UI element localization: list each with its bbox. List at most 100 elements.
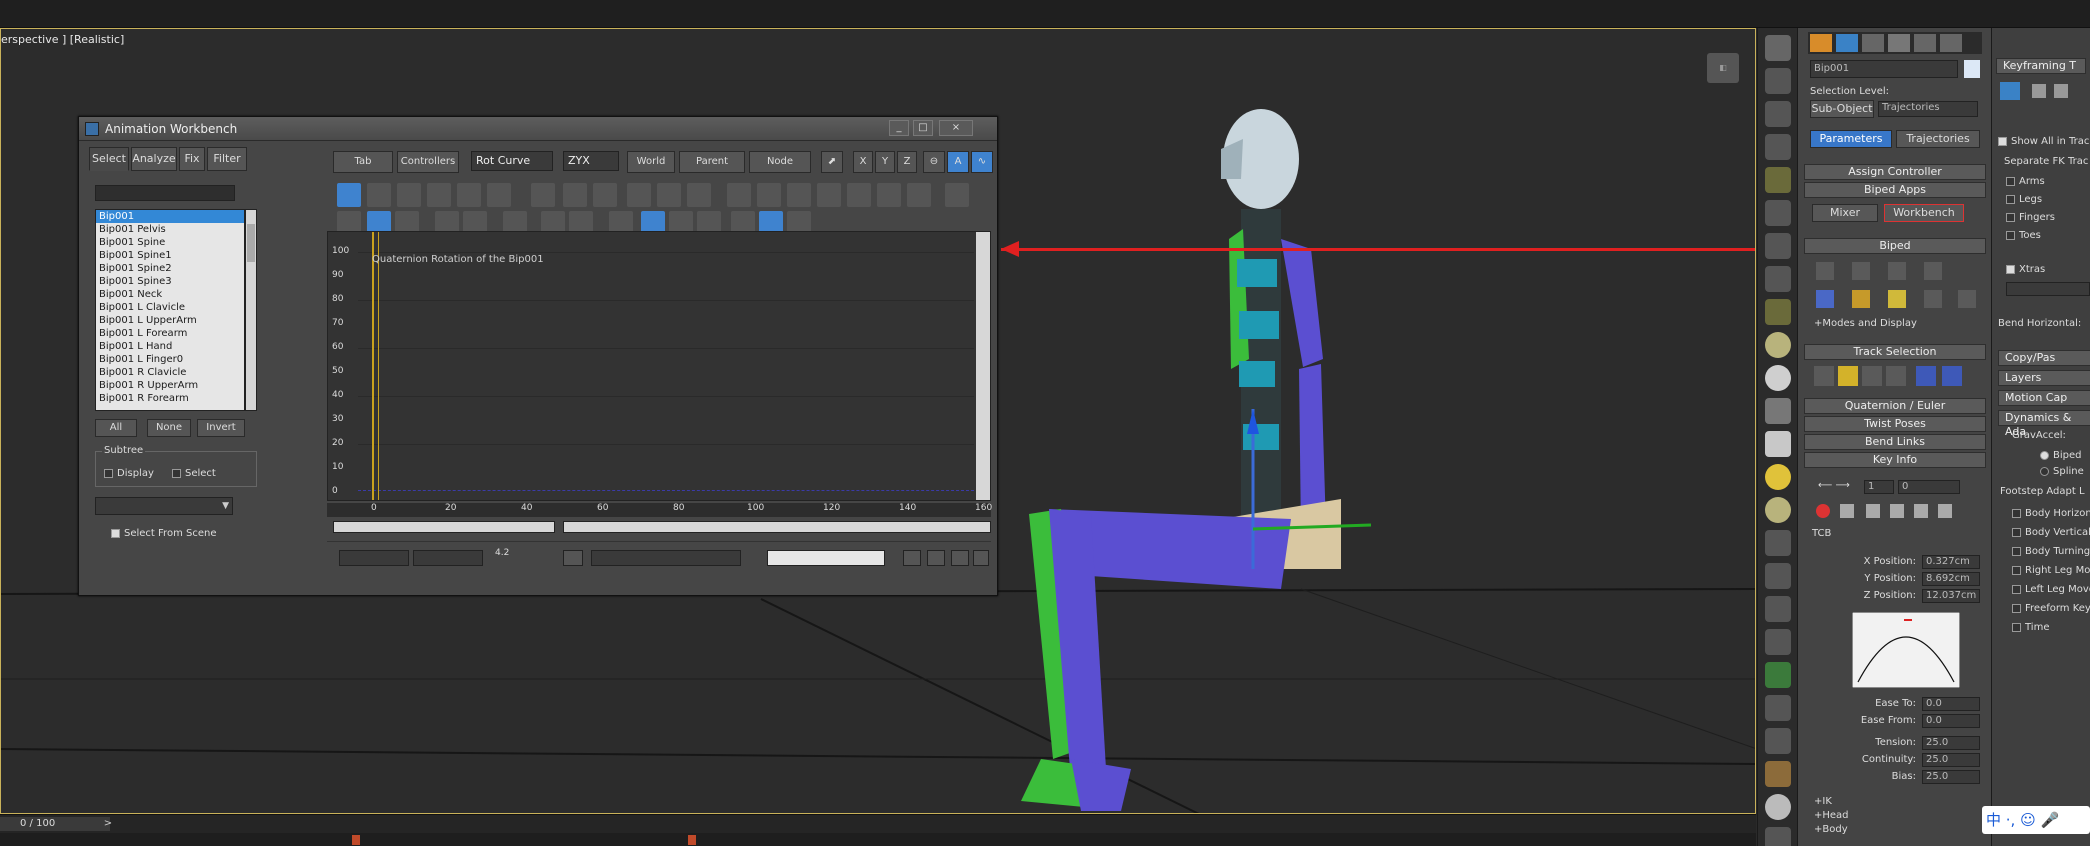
tangent-fast-icon[interactable] xyxy=(787,183,811,207)
curve-tangent-icon[interactable] xyxy=(945,183,969,207)
assign-controller-rollout[interactable]: Assign Controller xyxy=(1804,164,1986,180)
axis-x-button[interactable]: X xyxy=(853,151,873,173)
light-icon[interactable] xyxy=(1764,167,1791,193)
utilities-tab-icon[interactable] xyxy=(1940,34,1962,52)
motion-tab-icon[interactable] xyxy=(1888,34,1910,52)
move-keys-icon[interactable] xyxy=(337,183,361,207)
tool-icon-1[interactable] xyxy=(903,550,921,566)
horizontal-scrollbar-right[interactable] xyxy=(563,521,991,533)
tab-select[interactable]: Select xyxy=(89,147,129,171)
key-nav-arrows[interactable]: ⟵ ⟶ xyxy=(1818,480,1850,491)
invert-selection-button[interactable]: Invert xyxy=(197,419,245,437)
refresh-icon[interactable] xyxy=(1924,290,1942,308)
fk-legs-checkbox[interactable]: Legs xyxy=(2006,194,2042,205)
footstep-item-checkbox[interactable]: Freeform Key xyxy=(2012,603,2090,614)
curve-graph[interactable]: 100 90 80 70 60 50 40 30 20 10 0 Quatern… xyxy=(327,231,991,501)
x-position-field[interactable]: 0.327cm xyxy=(1922,555,1980,569)
modify-tab-icon[interactable] xyxy=(1836,34,1858,52)
select-all-button[interactable]: All xyxy=(95,419,137,437)
timeline-track[interactable] xyxy=(0,833,1756,846)
object-name-field[interactable]: Bip001 xyxy=(1810,60,1958,78)
opposite-icon[interactable] xyxy=(1942,366,1962,386)
track-selection-rollout[interactable]: Track Selection xyxy=(1804,344,1986,360)
tangent-linear-icon[interactable] xyxy=(877,183,901,207)
spline-radio[interactable]: Spline xyxy=(2040,466,2084,477)
bias-field[interactable]: 25.0 xyxy=(1922,770,1980,784)
curve-a-icon[interactable]: A xyxy=(947,151,969,173)
footstep-item-checkbox[interactable]: Body Turning xyxy=(2012,546,2090,557)
key-marker[interactable] xyxy=(352,835,360,845)
list-item[interactable]: Bip001 Spine2 xyxy=(96,262,244,275)
tab-mode-button[interactable]: Tab xyxy=(333,151,393,173)
tangent-custom-icon[interactable] xyxy=(757,183,781,207)
paint-icon[interactable] xyxy=(1764,563,1791,589)
region-select-icon[interactable] xyxy=(427,183,451,207)
axis-order-select[interactable]: ZYX xyxy=(563,151,619,171)
workbench-titlebar[interactable]: Animation Workbench _ □ × xyxy=(79,117,997,141)
horizontal-scrollbar-left[interactable] xyxy=(333,521,555,533)
motion-flow-icon[interactable] xyxy=(1888,262,1906,280)
tool-icon-2[interactable] xyxy=(927,550,945,566)
dynamics-rollout[interactable]: Dynamics & Ada xyxy=(1998,410,2090,438)
list-item[interactable]: Bip001 L Forearm xyxy=(96,327,244,340)
list-item[interactable]: Bip001 L UpperArm xyxy=(96,314,244,327)
material-icon[interactable] xyxy=(1764,101,1791,127)
set-key-icon[interactable] xyxy=(1816,504,1830,518)
keyframing-mode-icon[interactable] xyxy=(2000,82,2020,100)
list-item[interactable]: Bip001 L Hand xyxy=(96,340,244,353)
dog-icon[interactable] xyxy=(1764,728,1791,754)
list-item[interactable]: Bip001 Spine3 xyxy=(96,275,244,288)
body-vertical-icon[interactable] xyxy=(1838,366,1858,386)
bone-list-scrollbar[interactable] xyxy=(245,209,257,411)
graph-vscroll[interactable] xyxy=(976,232,990,500)
value-field[interactable] xyxy=(413,550,483,566)
ring-icon[interactable] xyxy=(1764,365,1791,391)
tab-analyze[interactable]: Analyze xyxy=(131,147,177,171)
continuity-field[interactable]: 25.0 xyxy=(1922,753,1980,767)
symmetrical-icon[interactable] xyxy=(1916,366,1936,386)
modes-display-rollout[interactable]: +Modes and Display xyxy=(1814,318,1917,329)
cone-icon[interactable] xyxy=(1764,431,1791,457)
y-position-field[interactable]: 8.692cm xyxy=(1922,572,1980,586)
footstep-item-checkbox[interactable]: Body Horizon xyxy=(2012,508,2090,519)
footstep-item-checkbox[interactable]: Left Leg Move xyxy=(2012,584,2090,595)
xtras-field[interactable] xyxy=(2006,282,2090,296)
bone-icon[interactable] xyxy=(1764,233,1791,259)
next-frame-button[interactable]: > xyxy=(100,817,116,831)
bone-filter-input[interactable] xyxy=(95,185,235,201)
rec-combo[interactable] xyxy=(767,550,885,566)
time-slider-line[interactable] xyxy=(372,232,374,500)
timeline[interactable]: 0 / 100 > xyxy=(0,814,1756,846)
curve-line[interactable] xyxy=(358,490,974,491)
key-time-field[interactable]: 0 xyxy=(1898,480,1960,494)
wrench-icon[interactable] xyxy=(1764,629,1791,655)
workbench-button[interactable]: Workbench xyxy=(1884,204,1964,222)
biped-apps-rollout[interactable]: Biped Apps xyxy=(1804,182,1986,198)
hierarchy-tab-icon[interactable] xyxy=(1862,34,1884,52)
copy-paste-rollout[interactable]: Copy/Pas xyxy=(1998,350,2090,366)
euler-icon[interactable]: ⊖ xyxy=(923,151,945,173)
delete-key-icon[interactable] xyxy=(1840,504,1854,518)
sub-object-button[interactable]: Sub-Object xyxy=(1810,100,1874,118)
tangent-slow-icon[interactable] xyxy=(817,183,841,207)
select-from-scene-checkbox[interactable]: Select From Scene xyxy=(111,528,216,539)
key-tool-icon-2[interactable] xyxy=(2054,84,2068,98)
frame-counter[interactable]: 0 / 100 xyxy=(0,817,110,831)
ik-rollout[interactable]: +IK xyxy=(1814,796,1832,807)
key-stats-button[interactable] xyxy=(563,550,583,566)
display-tab-icon[interactable] xyxy=(1914,34,1936,52)
z-position-field[interactable]: 12.037cm xyxy=(1922,589,1980,603)
twist-poses-rollout[interactable]: Twist Poses xyxy=(1804,416,1986,432)
keyframing-rollout[interactable]: Keyframing T xyxy=(1996,58,2086,74)
list-item[interactable]: Bip001 Neck xyxy=(96,288,244,301)
plant-icon[interactable] xyxy=(1764,662,1791,688)
helper-icon[interactable] xyxy=(1764,200,1791,226)
tab-fix[interactable]: Fix xyxy=(179,147,205,171)
add-key-icon[interactable] xyxy=(397,183,421,207)
biped-radio[interactable]: Biped xyxy=(2040,450,2082,461)
select-none-button[interactable]: None xyxy=(147,419,191,437)
world-button[interactable]: World xyxy=(627,151,675,173)
key-marker[interactable] xyxy=(688,835,696,845)
panel-icon[interactable] xyxy=(1764,299,1791,325)
minimize-button[interactable]: _ xyxy=(889,120,909,136)
